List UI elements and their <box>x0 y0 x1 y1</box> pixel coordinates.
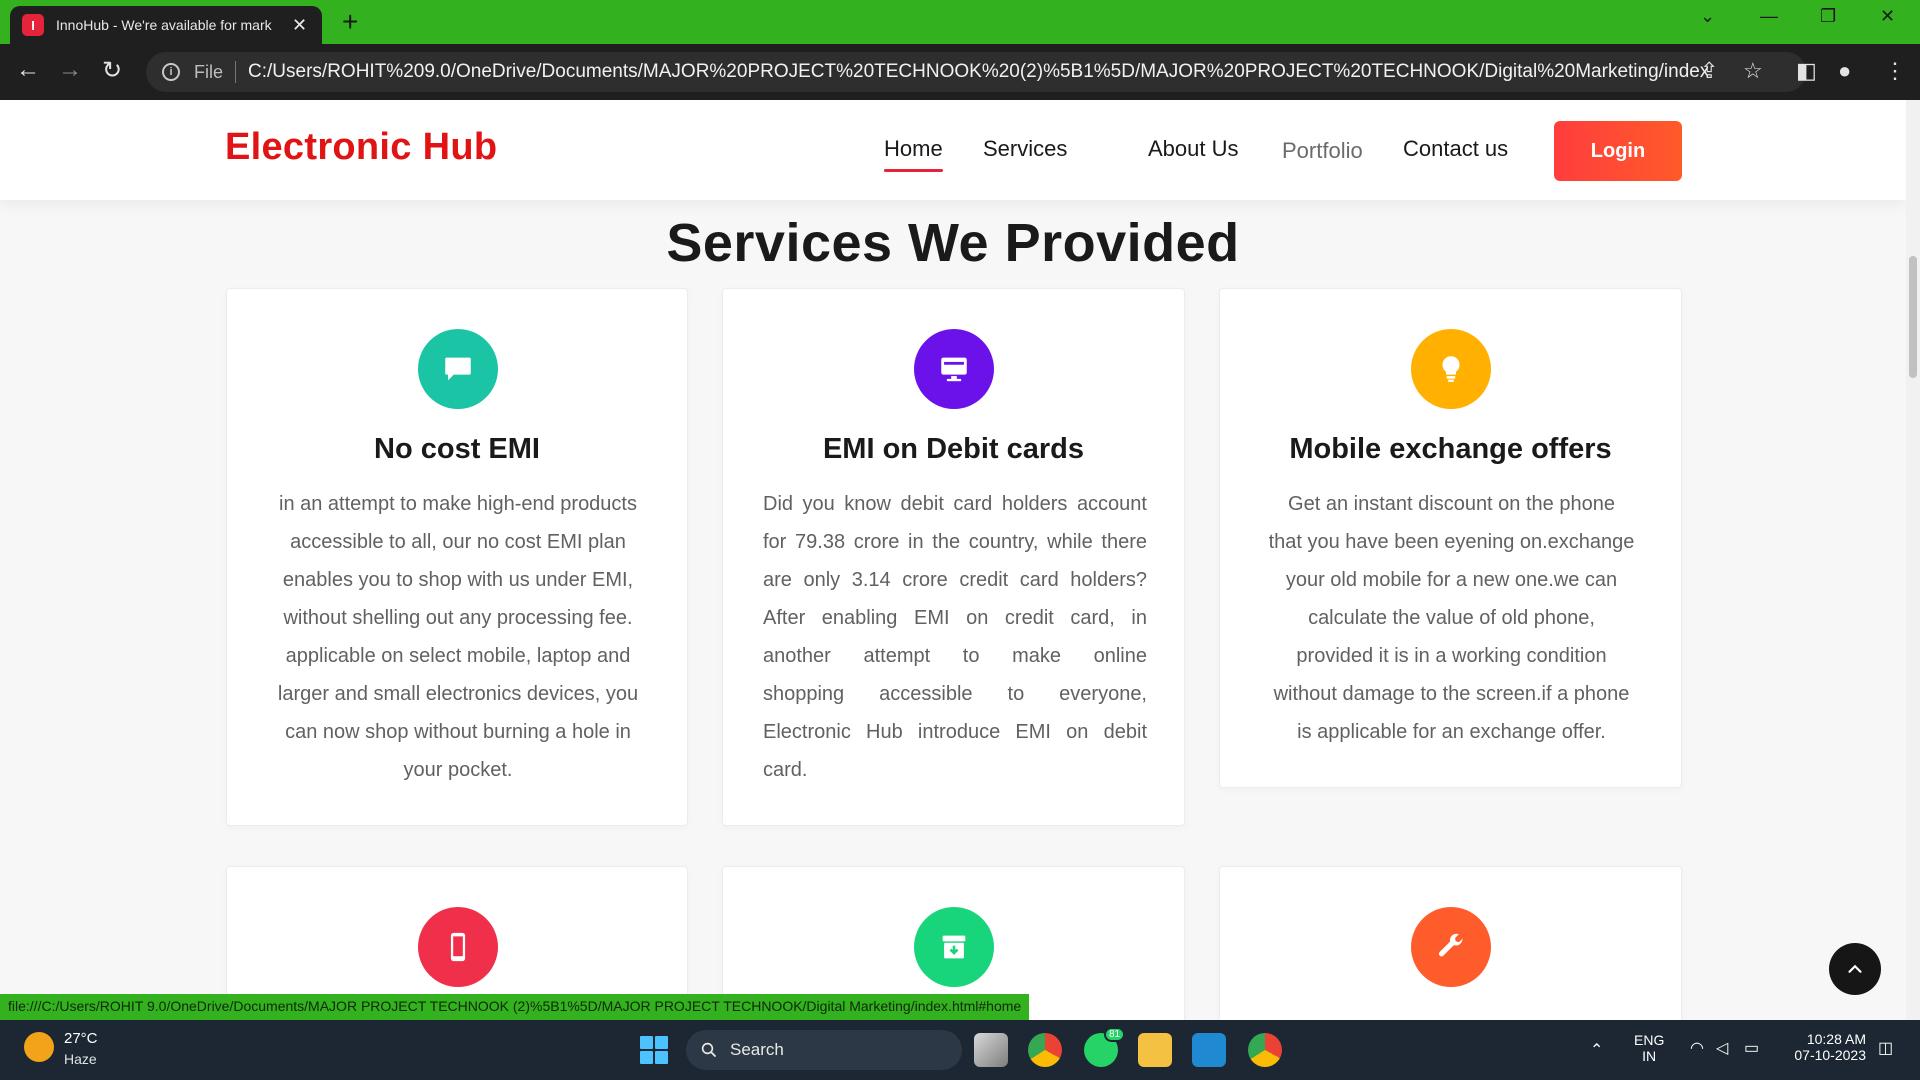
profile-icon[interactable]: ● <box>1838 58 1851 84</box>
browser-tab[interactable]: I InnoHub - We're available for mark ✕ <box>10 6 322 44</box>
chevron-up-icon <box>1848 964 1862 973</box>
chrome-active-icon[interactable] <box>1248 1033 1282 1067</box>
back-to-top-button[interactable] <box>1829 943 1881 995</box>
browser-toolbar: ← → ↻ i File C:/Users/ROHIT%209.0/OneDri… <box>0 44 1920 100</box>
windows-start-icon[interactable] <box>640 1036 668 1064</box>
nav-contact-us[interactable]: Contact us <box>1403 136 1508 162</box>
reload-icon[interactable]: ↻ <box>96 56 128 85</box>
restore-icon[interactable]: ❐ <box>1820 6 1836 27</box>
login-button[interactable]: Login <box>1554 121 1682 181</box>
service-card-emi-debit: EMI on Debit cards Did you know debit ca… <box>722 288 1185 826</box>
weather-haze-icon[interactable] <box>24 1032 54 1062</box>
tab-search-chevron-icon[interactable]: ⌄ <box>1700 6 1715 27</box>
card-description: in an attempt to make high-end products … <box>277 493 639 781</box>
nav-services[interactable]: Services <box>983 136 1067 162</box>
browser-tab-strip: I InnoHub - We're available for mark ✕ +… <box>0 0 1920 44</box>
nav-home[interactable]: Home <box>884 136 943 172</box>
whatsapp-icon[interactable]: 81 <box>1084 1027 1126 1067</box>
menu-kebab-icon[interactable]: ⋮ <box>1884 58 1906 84</box>
whatsapp-badge: 81 <box>1104 1027 1126 1042</box>
status-bar-url: file:///C:/Users/ROHIT 9.0/OneDrive/Docu… <box>0 994 1030 1020</box>
scrollbar-thumb[interactable] <box>1909 256 1917 378</box>
service-card-partial <box>1219 866 1682 1020</box>
address-bar[interactable]: i File C:/Users/ROHIT%209.0/OneDrive/Doc… <box>146 52 1806 92</box>
url-text[interactable]: C:/Users/ROHIT%209.0/OneDrive/Documents/… <box>248 61 1708 83</box>
share-icon[interactable]: ⇪ <box>1700 58 1718 84</box>
service-card-no-cost-emi: No cost EMI in an attempt to make high-e… <box>226 288 688 826</box>
chrome-icon[interactable] <box>1028 1033 1062 1067</box>
search-icon <box>701 1042 716 1057</box>
mobile-phone-icon <box>418 907 498 987</box>
omnibox-divider <box>235 61 237 83</box>
card-title: No cost EMI <box>374 433 540 465</box>
card-description: Did you know debit card holders account … <box>763 493 1147 781</box>
archive-download-icon <box>914 907 994 987</box>
tray-chevron-up-icon[interactable]: ⌃ <box>1590 1040 1603 1060</box>
task-view-icon[interactable] <box>974 1033 1008 1067</box>
page-scrollbar[interactable] <box>1906 100 1920 1020</box>
brand-logo[interactable]: Electronic Hub <box>225 126 497 169</box>
windows-taskbar: 27°C Haze Search 81 ⌃ ENG IN ◠ ◁ ▭ 10:28… <box>0 1020 1920 1080</box>
file-explorer-icon[interactable] <box>1138 1033 1172 1067</box>
tab-close-icon[interactable]: ✕ <box>292 15 307 36</box>
search-label: Search <box>730 1040 784 1059</box>
clock[interactable]: 10:28 AM 07-10-2023 <box>1786 1031 1866 1063</box>
weather-temperature[interactable]: 27°C <box>64 1030 98 1047</box>
nav-about-us[interactable]: About Us <box>1148 136 1239 162</box>
scheme-label: File <box>194 61 224 82</box>
wifi-icon[interactable]: ◠ <box>1690 1038 1704 1058</box>
card-title: Mobile exchange offers <box>1289 433 1612 465</box>
wrench-icon <box>1411 907 1491 987</box>
service-card-mobile-exchange: Mobile exchange offers Get an instant di… <box>1219 288 1682 788</box>
weather-description[interactable]: Haze <box>64 1051 97 1067</box>
card-title: EMI on Debit cards <box>822 433 1085 465</box>
lightbulb-icon <box>1411 329 1491 409</box>
nav-portfolio[interactable]: Portfolio <box>1282 138 1363 164</box>
side-panel-icon[interactable]: ◧ <box>1796 58 1817 84</box>
section-title: Services We Provided <box>666 213 1240 273</box>
back-arrow-icon[interactable]: ← <box>12 56 44 84</box>
battery-icon[interactable]: ▭ <box>1744 1038 1759 1058</box>
web-page: Electronic Hub Home Services About Us Po… <box>0 100 1906 1020</box>
taskbar-search[interactable]: Search <box>686 1030 962 1070</box>
notification-icon[interactable]: ◫ <box>1878 1038 1893 1058</box>
language-indicator[interactable]: ENG IN <box>1634 1032 1664 1064</box>
monitor-icon <box>914 329 994 409</box>
volume-icon[interactable]: ◁ <box>1716 1038 1728 1058</box>
chat-bubble-icon <box>418 329 498 409</box>
close-window-icon[interactable]: ✕ <box>1880 6 1895 27</box>
tab-title: InnoHub - We're available for mark <box>56 17 272 33</box>
vscode-icon[interactable] <box>1192 1033 1226 1067</box>
site-info-icon[interactable]: i <box>162 63 180 81</box>
forward-arrow-icon[interactable]: → <box>54 56 86 84</box>
tab-favicon-icon: I <box>22 14 44 36</box>
minimize-icon[interactable]: — <box>1760 6 1778 27</box>
site-header: Electronic Hub Home Services About Us Po… <box>0 100 1906 200</box>
new-tab-button[interactable]: + <box>342 8 358 36</box>
card-description: Get an instant discount on the phone tha… <box>1268 493 1635 743</box>
bookmark-star-icon[interactable]: ☆ <box>1743 58 1763 84</box>
